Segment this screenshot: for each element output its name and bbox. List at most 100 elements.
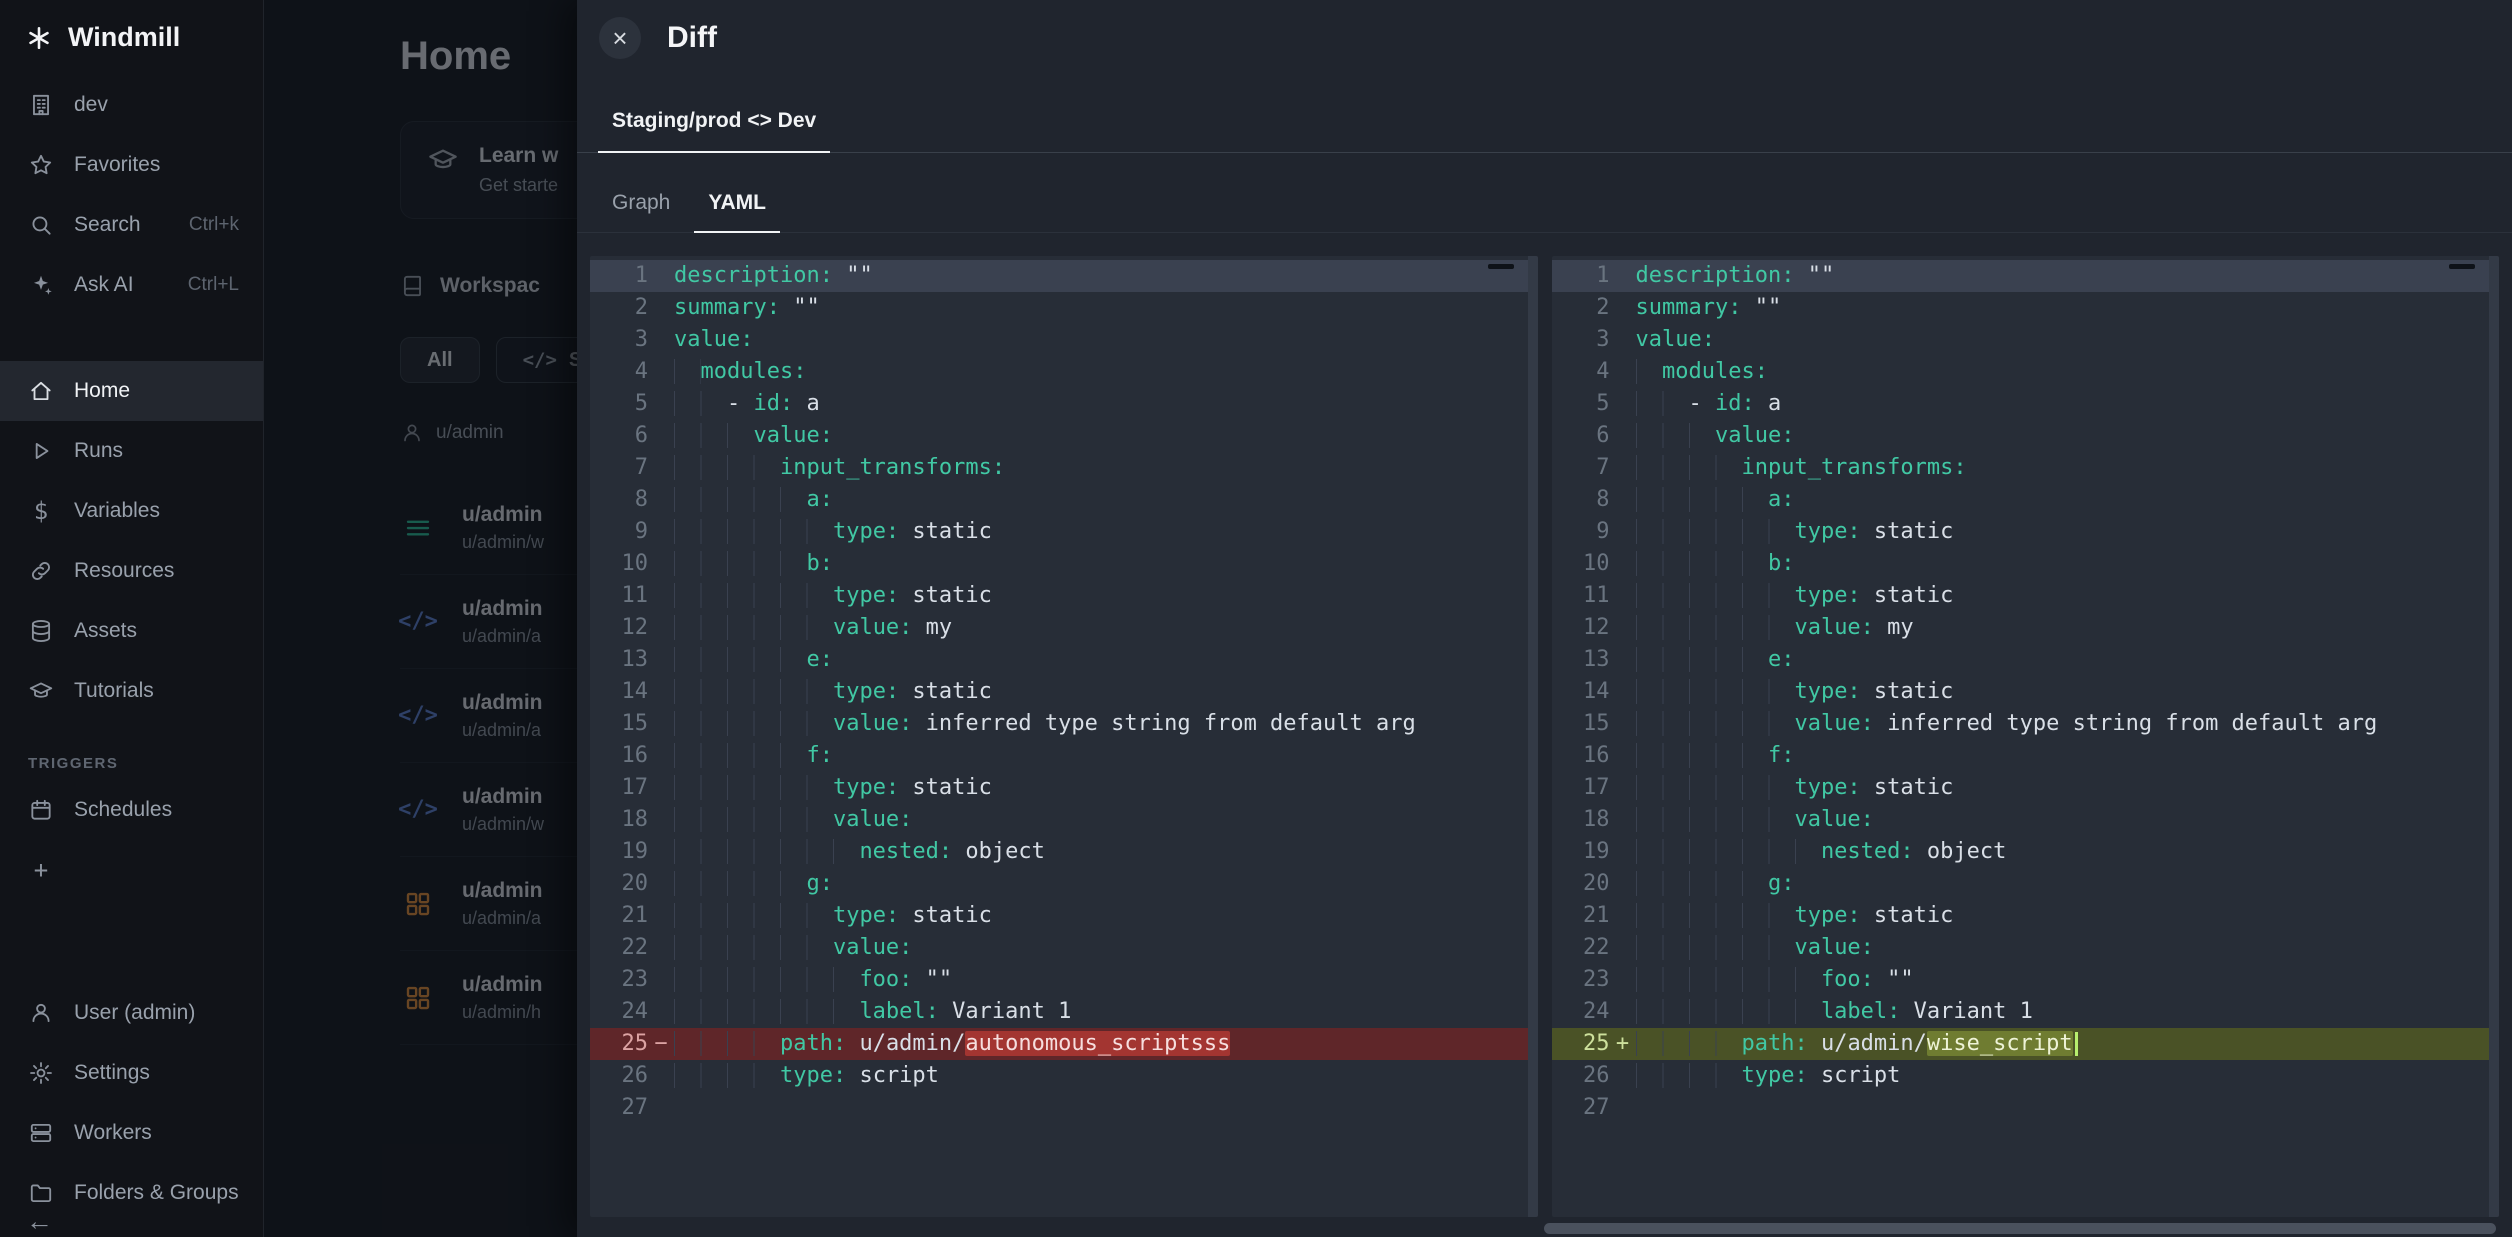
diff-sign [648,868,674,900]
diff-sign [1610,676,1636,708]
star-icon [26,150,56,180]
diff-sign [1610,868,1636,900]
app-root: Windmill dev Favorites Search Ctrl+k Ask… [0,0,2512,1237]
code-line: 26 type: script [590,1060,1538,1092]
code-line: 14 type: static [1552,676,2500,708]
diff-sign [1610,1092,1636,1124]
code-line: 3value: [590,324,1538,356]
diff-sign [648,484,674,516]
code-line: 14 type: static [590,676,1538,708]
diff-sign [648,772,674,804]
line-number: 14 [1552,676,1610,708]
calendar-icon [26,795,56,825]
sidebar-item-user[interactable]: User (admin) [0,983,263,1043]
resources-label: Resources [74,559,174,583]
sidebar-item-resources[interactable]: Resources [0,541,263,601]
diff-sign [1610,772,1636,804]
sidebar-item-workspace[interactable]: dev [0,75,263,135]
line-number: 27 [1552,1092,1610,1124]
tutorials-label: Tutorials [74,679,154,703]
diff-sign [648,996,674,1028]
diff-tabbar: Staging/prod <> Dev [577,109,2512,153]
line-number: 6 [1552,420,1610,452]
tab-yaml[interactable]: YAML [694,191,780,233]
line-number: 26 [1552,1060,1610,1092]
code-line: 25− path: u/admin/autonomous_scriptsss [590,1028,1538,1060]
sidebar-item-ask-ai[interactable]: Ask AI Ctrl+L [0,255,263,315]
code-line: 5 - id: a [1552,388,2500,420]
code-line: 27 [590,1092,1538,1124]
sidebar-item-tutorials[interactable]: Tutorials [0,661,263,721]
diff-sign [1610,836,1636,868]
code-line: 9 type: static [1552,516,2500,548]
search-icon [26,210,56,240]
line-number: 15 [1552,708,1610,740]
line-number: 7 [590,452,648,484]
code-line: 12 value: my [1552,612,2500,644]
sidebar: Windmill dev Favorites Search Ctrl+k Ask… [0,0,264,1237]
collapse-icon[interactable] [1488,264,1514,269]
close-button[interactable]: × [599,17,641,59]
code-line: 15 value: inferred type string from defa… [1552,708,2500,740]
code-line: 24 label: Variant 1 [590,996,1538,1028]
user-label: User (admin) [74,1001,195,1025]
code-line: 22 value: [1552,932,2500,964]
sparkles-icon [26,270,56,300]
diff-sign [648,900,674,932]
sidebar-item-settings[interactable]: Settings [0,1043,263,1103]
diff-sign [1610,804,1636,836]
diff-panel-left[interactable]: 1description: ""2summary: ""3value:4 mod… [590,256,1538,1217]
horizontal-scrollbar[interactable] [1544,1223,2496,1234]
sidebar-item-favorites[interactable]: Favorites [0,135,263,195]
diff-sign [1610,292,1636,324]
code-line: 17 type: static [1552,772,2500,804]
line-number: 23 [590,964,648,996]
collapse-sidebar-icon[interactable]: ← [26,1208,53,1235]
tab-graph[interactable]: Graph [598,191,684,232]
code-line: 12 value: my [590,612,1538,644]
diff-sign [648,740,674,772]
diff-sign [1610,324,1636,356]
code-right: 1description: ""2summary: ""3value:4 mod… [1552,256,2500,1217]
sidebar-item-add-trigger[interactable]: + [0,840,263,900]
sidebar-item-home[interactable]: Home [0,361,263,421]
code-line: 20 g: [1552,868,2500,900]
diff-sign [648,964,674,996]
sidebar-item-variables[interactable]: $ Variables [0,481,263,541]
user-icon [26,998,56,1028]
diff-panel-right[interactable]: 1description: ""2summary: ""3value:4 mod… [1552,256,2500,1217]
line-number: 24 [590,996,648,1028]
sidebar-item-assets[interactable]: Assets [0,601,263,661]
diff-sign [1610,644,1636,676]
windmill-logo-icon [26,25,52,51]
line-number: 12 [590,612,648,644]
code-line: 2summary: "" [1552,292,2500,324]
tab-staging-prod-dev[interactable]: Staging/prod <> Dev [598,109,830,153]
sidebar-item-workers[interactable]: Workers [0,1103,263,1163]
sidebar-item-search[interactable]: Search Ctrl+k [0,195,263,255]
vertical-scrollbar[interactable] [1528,256,1538,1217]
diff-sign [648,804,674,836]
app-logo[interactable]: Windmill [0,0,263,75]
line-number: 17 [590,772,648,804]
diff-sign [648,1092,674,1124]
line-number: 21 [1552,900,1610,932]
code-line: 26 type: script [1552,1060,2500,1092]
diff-sign [648,676,674,708]
line-number: 21 [590,900,648,932]
sidebar-item-runs[interactable]: Runs [0,421,263,481]
collapse-icon[interactable] [2449,264,2475,269]
diff-sign [1610,740,1636,772]
line-number: 5 [590,388,648,420]
code-line: 6 value: [1552,420,2500,452]
code-line: 1description: "" [590,260,1538,292]
line-number: 6 [590,420,648,452]
diff-editor: 1description: ""2summary: ""3value:4 mod… [590,256,2499,1217]
vertical-scrollbar[interactable] [2489,256,2499,1217]
line-number: 8 [590,484,648,516]
workspace-name: dev [74,93,108,117]
folder-icon [26,1178,56,1208]
variables-label: Variables [74,499,160,523]
sidebar-item-schedules[interactable]: Schedules [0,780,263,840]
line-number: 20 [1552,868,1610,900]
